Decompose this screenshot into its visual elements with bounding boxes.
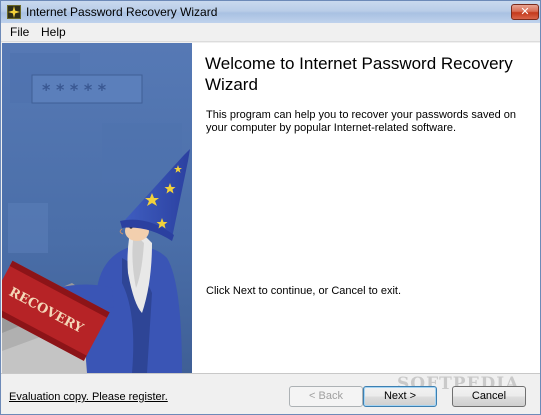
wizard-window: Internet Password Recovery Wizard ✕ File… bbox=[0, 0, 541, 415]
close-button[interactable]: ✕ bbox=[511, 4, 539, 20]
next-button[interactable]: Next > bbox=[363, 386, 437, 407]
cancel-button[interactable]: Cancel bbox=[452, 386, 526, 407]
menu-file[interactable]: File bbox=[8, 25, 31, 39]
button-bar: Evaluation copy. Please register. SOFTPE… bbox=[1, 373, 540, 414]
continue-instructions: Click Next to continue, or Cancel to exi… bbox=[206, 285, 402, 297]
app-wizard-icon bbox=[7, 5, 21, 19]
menu-help[interactable]: Help bbox=[39, 25, 68, 39]
welcome-heading: Welcome to Internet Password Recovery Wi… bbox=[205, 54, 513, 94]
evaluation-register-link[interactable]: Evaluation copy. Please register. bbox=[9, 391, 168, 403]
wizard-illustration-graphic: * * * * * RECOVERY bbox=[2, 43, 192, 373]
password-mask-banner: * * * * * bbox=[42, 80, 107, 99]
welcome-content: Welcome to Internet Password Recovery Wi… bbox=[192, 43, 540, 373]
close-icon: ✕ bbox=[520, 6, 530, 18]
window-title: Internet Password Recovery Wizard bbox=[26, 5, 218, 19]
menu-bar: File Help bbox=[1, 23, 540, 42]
back-button[interactable]: < Back bbox=[289, 386, 363, 407]
title-bar[interactable]: Internet Password Recovery Wizard ✕ bbox=[1, 1, 540, 23]
intro-text: This program can help you to recover you… bbox=[206, 109, 516, 134]
wizard-illustration: * * * * * RECOVERY bbox=[2, 43, 192, 373]
